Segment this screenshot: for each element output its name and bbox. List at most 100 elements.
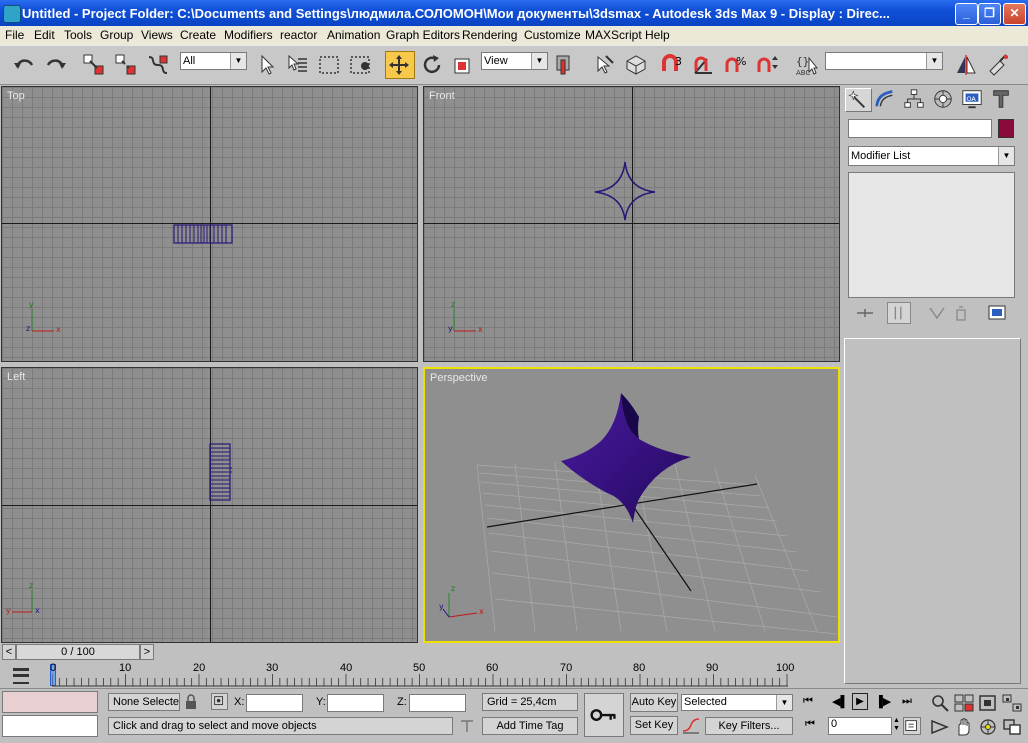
show-end-result-icon[interactable] (887, 302, 911, 324)
lock-selection-icon[interactable] (184, 694, 198, 710)
set-key-button[interactable]: Set Key (630, 716, 678, 735)
viewport-label[interactable]: Left (7, 371, 25, 383)
modifier-list-dropdown[interactable]: Modifier List ▼ (848, 146, 1015, 166)
angle-snap-icon[interactable] (692, 53, 716, 77)
next-frame-icon[interactable]: ▐▶ (875, 695, 891, 708)
key-mode-toggle-icon[interactable]: ⏮ (805, 718, 815, 731)
menu-file[interactable]: File (5, 28, 24, 42)
select-object-icon[interactable] (255, 53, 279, 77)
add-time-tag-button[interactable]: Add Time Tag (482, 717, 578, 735)
align-icon[interactable] (986, 53, 1010, 77)
pan-icon[interactable] (953, 717, 975, 737)
make-unique-icon[interactable] (927, 304, 947, 322)
rectangular-selection-icon[interactable] (317, 53, 341, 77)
object-name-field[interactable] (848, 119, 992, 138)
unlink-selection-icon[interactable] (114, 53, 138, 77)
object-wireframe[interactable] (172, 223, 234, 247)
zoom-extents-icon[interactable] (977, 693, 999, 713)
display-tab[interactable]: OA (961, 88, 988, 112)
zoom-extents-all-icon[interactable] (1001, 693, 1023, 713)
snaps-toggle-icon[interactable]: 3 (660, 53, 684, 77)
select-and-move-icon[interactable] (385, 51, 415, 79)
auto-key-button[interactable]: Auto Key (630, 693, 678, 712)
spinner-snap-icon[interactable] (756, 53, 780, 77)
select-and-rotate-icon[interactable] (420, 53, 444, 77)
close-button[interactable]: ✕ (1003, 3, 1026, 25)
viewport-perspective[interactable]: Perspective z x y (423, 367, 840, 643)
menu-group[interactable]: Group (100, 28, 133, 42)
named-selection-sets-dropdown[interactable]: ▼ (825, 52, 943, 70)
absolute-mode-icon[interactable] (211, 693, 228, 710)
object-shaded[interactable] (559, 389, 691, 527)
menu-modifiers[interactable]: Modifiers (224, 28, 273, 42)
selection-filter-dropdown[interactable]: All ▼ (180, 52, 247, 70)
viewport-label[interactable]: Front (429, 90, 455, 102)
edit-named-selection-icon[interactable]: {} ABC (795, 53, 819, 77)
key-filters-button[interactable]: Key Filters... (705, 717, 793, 735)
menu-edit[interactable]: Edit (34, 28, 55, 42)
menu-rendering[interactable]: Rendering (462, 28, 517, 42)
x-coordinate-field[interactable] (246, 694, 303, 712)
utilities-tab[interactable] (990, 88, 1017, 112)
key-mode-dropdown[interactable]: Selected ▼ (681, 694, 793, 711)
redo-icon[interactable] (44, 53, 68, 77)
go-to-start-icon[interactable]: ⏮ (803, 695, 813, 708)
viewport-left[interactable]: Left z y x (1, 367, 418, 643)
object-color-swatch[interactable] (998, 119, 1014, 138)
menu-views[interactable]: Views (141, 28, 173, 42)
menu-animation[interactable]: Animation (327, 28, 380, 42)
menu-tools[interactable]: Tools (64, 28, 92, 42)
create-tab[interactable] (845, 88, 872, 112)
keyboard-shortcut-override-icon[interactable] (624, 53, 648, 77)
menu-reactor[interactable]: reactor (280, 28, 317, 42)
object-wireframe[interactable] (592, 159, 658, 223)
time-slider-prev[interactable]: < (2, 644, 16, 660)
menu-graph-editors[interactable]: Graph Editors (386, 28, 460, 42)
hierarchy-tab[interactable] (903, 88, 930, 112)
remove-modifier-icon[interactable] (951, 304, 971, 322)
go-to-end-icon[interactable]: ⏭ (902, 695, 912, 708)
select-by-name-icon[interactable] (285, 53, 309, 77)
zoom-icon[interactable] (929, 693, 951, 713)
mini-curve-editor-icon[interactable] (10, 665, 32, 685)
arc-rotate-icon[interactable] (977, 717, 999, 737)
time-slider-next[interactable]: > (140, 644, 154, 660)
field-of-view-icon[interactable] (929, 717, 951, 737)
current-frame-field[interactable]: 0 (828, 717, 892, 735)
object-wireframe[interactable] (208, 442, 234, 504)
configure-modifier-sets-icon[interactable] (986, 303, 1008, 323)
menu-maxscript[interactable]: MAXScript (585, 28, 642, 42)
z-coordinate-field[interactable] (409, 694, 466, 712)
select-and-scale-icon[interactable] (451, 53, 475, 77)
viewport-top[interactable]: Top y x z (1, 86, 418, 362)
viewport-label[interactable]: Top (7, 90, 25, 102)
undo-icon[interactable] (12, 53, 36, 77)
minimize-button[interactable]: _ (955, 3, 978, 25)
pivot-center-icon[interactable] (553, 53, 577, 77)
pin-stack-icon[interactable] (855, 304, 875, 322)
time-configuration-icon[interactable] (903, 717, 921, 735)
modifier-stack[interactable] (848, 172, 1015, 298)
select-and-link-icon[interactable] (82, 53, 106, 77)
menu-help[interactable]: Help (645, 28, 670, 42)
time-slider-thumb[interactable]: 0 / 100 (16, 644, 140, 660)
time-tag-icon[interactable] (458, 718, 476, 735)
reference-coordinate-dropdown[interactable]: View ▼ (481, 52, 548, 70)
viewport-front[interactable]: Front z x y (423, 86, 840, 362)
select-and-manipulate-icon[interactable] (592, 53, 616, 77)
motion-tab[interactable] (932, 88, 959, 112)
maximize-button[interactable]: ❐ (978, 3, 1001, 25)
zoom-all-icon[interactable] (953, 693, 975, 713)
maxscript-listener-pink[interactable] (2, 691, 98, 713)
bind-to-space-warp-icon[interactable] (146, 53, 170, 77)
mirror-icon[interactable] (954, 53, 978, 77)
play-icon[interactable]: ▶ (852, 693, 868, 710)
previous-frame-icon[interactable]: ◀▌ (832, 695, 848, 708)
set-keys-button[interactable] (584, 693, 624, 737)
menu-customize[interactable]: Customize (524, 28, 581, 42)
track-bar[interactable]: 0 10 20 30 40 50 60 70 80 90 100 (0, 662, 840, 688)
frame-spinner-icon[interactable]: ▲ ▼ (893, 717, 900, 733)
window-crossing-icon[interactable] (348, 53, 372, 77)
modify-tab[interactable] (874, 88, 901, 112)
y-coordinate-field[interactable] (327, 694, 384, 712)
